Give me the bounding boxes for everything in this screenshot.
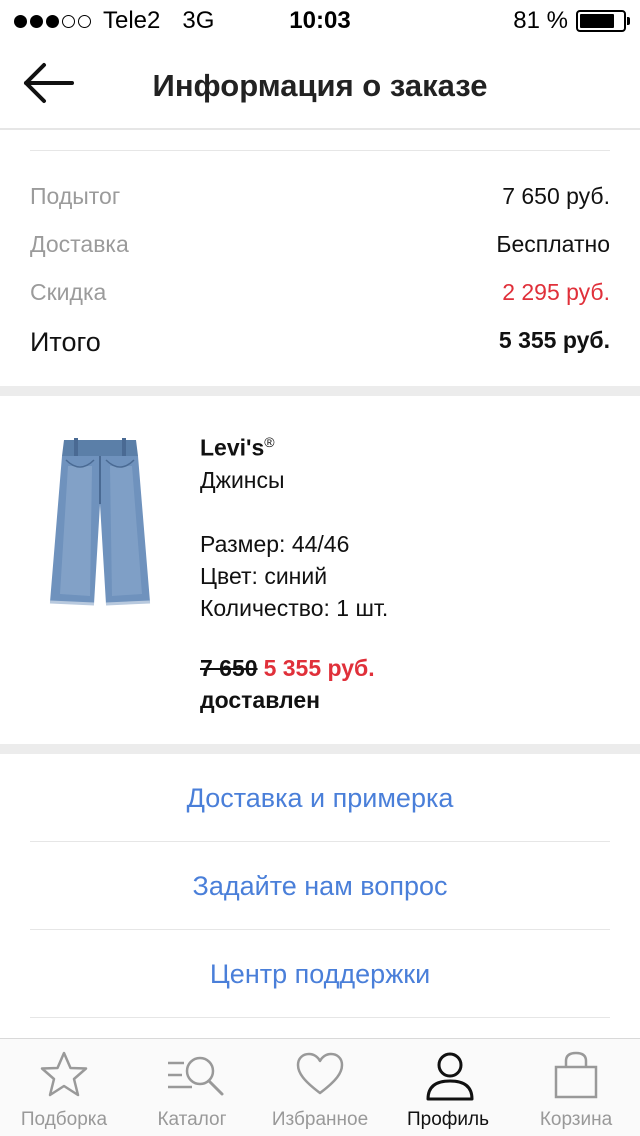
product-color: Цвет: синий (200, 562, 328, 589)
total-value: 5 355 руб. (498, 327, 610, 353)
price-line: 7 650 5 355 руб. (200, 652, 388, 684)
total-row: Итого 5 355 руб. (30, 327, 610, 358)
total-label: Итого (30, 327, 101, 357)
product-size: Размер: 44/46 (200, 530, 350, 557)
discount-label: Скидка (30, 279, 107, 305)
catalog-search-icon (168, 1056, 224, 1096)
tab-label: Избранное (271, 1109, 369, 1130)
product-info: Levi's® Джинсы Размер: 44/46 Цвет: синий… (200, 426, 388, 716)
bag-icon (554, 1051, 598, 1099)
tab-label: Подборка (20, 1109, 108, 1130)
subtotal-label: Подытог (30, 183, 121, 209)
ask-question-link[interactable]: Задайте нам вопрос (30, 842, 610, 930)
page-title: Информация о заказе (152, 68, 488, 103)
battery-icon (576, 10, 630, 32)
subtotal-row: Подытог 7 650 руб. (30, 183, 610, 210)
jeans-image (30, 426, 170, 620)
star-icon (40, 1051, 88, 1097)
status-right: 81 % (513, 7, 630, 35)
tab-catalog[interactable]: Каталог (128, 1039, 256, 1136)
status-bar: Tele2 3G 10:03 81 % (0, 0, 640, 40)
support-center-link[interactable]: Центр поддержки (30, 930, 610, 1018)
tab-label: Каталог (157, 1109, 227, 1130)
new-price: 5 355 руб. (263, 654, 375, 681)
nav-header: Информация о заказе (0, 40, 640, 130)
delivery-row: Доставка Бесплатно (30, 231, 610, 258)
order-status: доставлен (200, 686, 321, 713)
old-price: 7 650 (200, 654, 258, 681)
tab-bar: Подборка Каталог Избранное Профиль Корзи… (0, 1038, 640, 1136)
product-image (30, 426, 170, 620)
battery-percent: 81 % (513, 7, 568, 34)
tab-cart[interactable]: Корзина (512, 1039, 640, 1136)
discount-row: Скидка 2 295 руб. (30, 279, 610, 306)
section-divider (0, 744, 640, 754)
registered-mark: ® (264, 434, 275, 450)
tab-favorites[interactable]: Избранное (256, 1039, 384, 1136)
tab-label: Профиль (406, 1109, 490, 1130)
tab-profile[interactable]: Профиль (384, 1039, 512, 1136)
section-divider (0, 386, 640, 396)
delivery-value: Бесплатно (496, 231, 610, 257)
product-brand: Levi's® (200, 426, 388, 464)
discount-value: 2 295 руб. (502, 279, 610, 305)
heart-icon (296, 1052, 344, 1095)
subtotal-value: 7 650 руб. (502, 183, 610, 209)
tab-label: Корзина (539, 1109, 613, 1130)
brand-name: Levi's (200, 434, 265, 461)
order-totals: Подытог 7 650 руб. Доставка Бесплатно Ск… (30, 150, 610, 357)
profile-icon (426, 1052, 474, 1101)
product-quantity: Количество: 1 шт. (200, 594, 389, 621)
product-card[interactable]: Levi's® Джинсы Размер: 44/46 Цвет: синий… (0, 396, 640, 744)
delivery-fitting-link[interactable]: Доставка и примерка (30, 754, 610, 842)
tab-selection[interactable]: Подборка (0, 1039, 128, 1136)
delivery-label: Доставка (30, 231, 129, 257)
product-name: Джинсы (200, 466, 285, 493)
